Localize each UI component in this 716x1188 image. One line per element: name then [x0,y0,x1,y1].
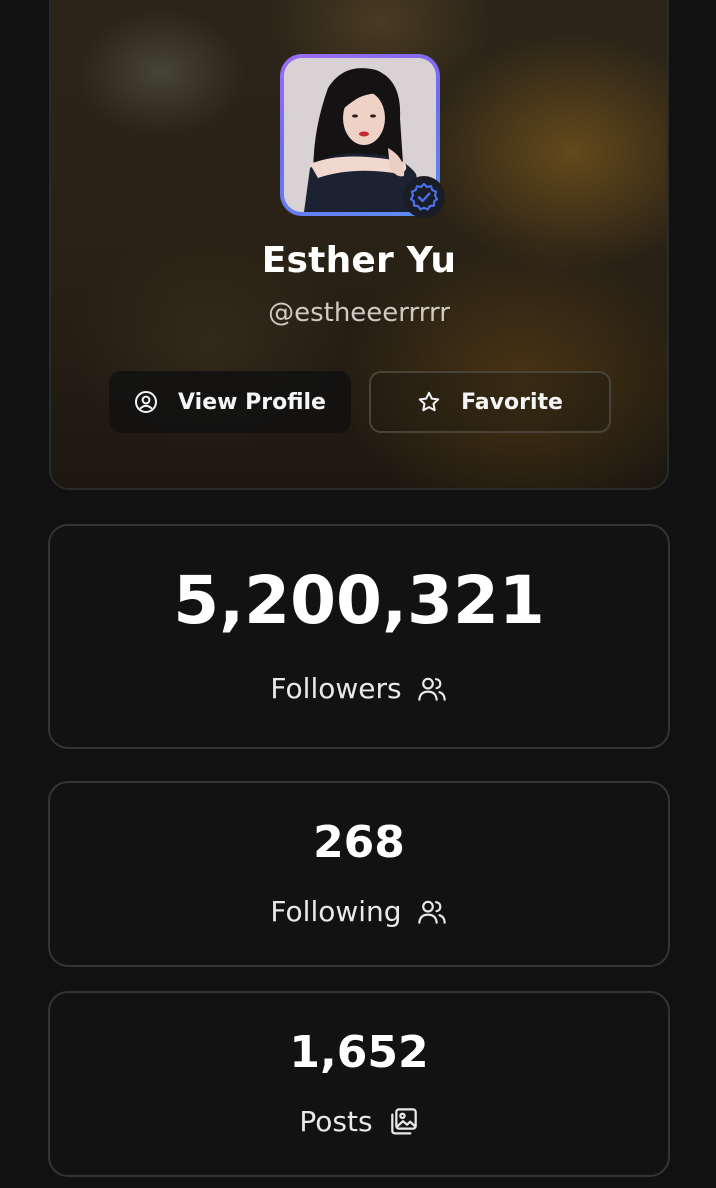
favorite-label: Favorite [461,389,563,415]
followers-label: Followers [270,672,402,705]
user-circle-icon [134,390,158,414]
followers-count: 5,200,321 [173,562,545,639]
gallery-icon [387,1106,419,1138]
following-card[interactable]: 268 Following [48,781,670,967]
favorite-button[interactable]: Favorite [369,371,611,433]
following-count: 268 [313,817,405,868]
profile-card: Esther Yu @estheeerrrrr View Profile Fav… [49,0,669,490]
posts-count: 1,652 [289,1027,429,1078]
view-profile-label: View Profile [178,389,326,415]
following-label-row: Following [50,895,668,928]
following-label: Following [270,895,402,928]
profile-page: Esther Yu @estheeerrrrr View Profile Fav… [0,0,716,1188]
posts-card[interactable]: 1,652 Posts [48,991,670,1177]
followers-label-row: Followers [50,672,668,705]
followers-card[interactable]: 5,200,321 Followers [48,524,670,749]
verified-badge-icon [403,176,445,218]
users-icon [416,896,448,928]
profile-name: Esther Yu [261,240,457,281]
profile-handle: @estheeerrrrr [268,298,450,328]
posts-label: Posts [299,1105,373,1138]
posts-label-row: Posts [50,1105,668,1138]
star-icon [417,390,441,414]
view-profile-button[interactable]: View Profile [109,371,351,433]
users-icon [416,673,448,705]
